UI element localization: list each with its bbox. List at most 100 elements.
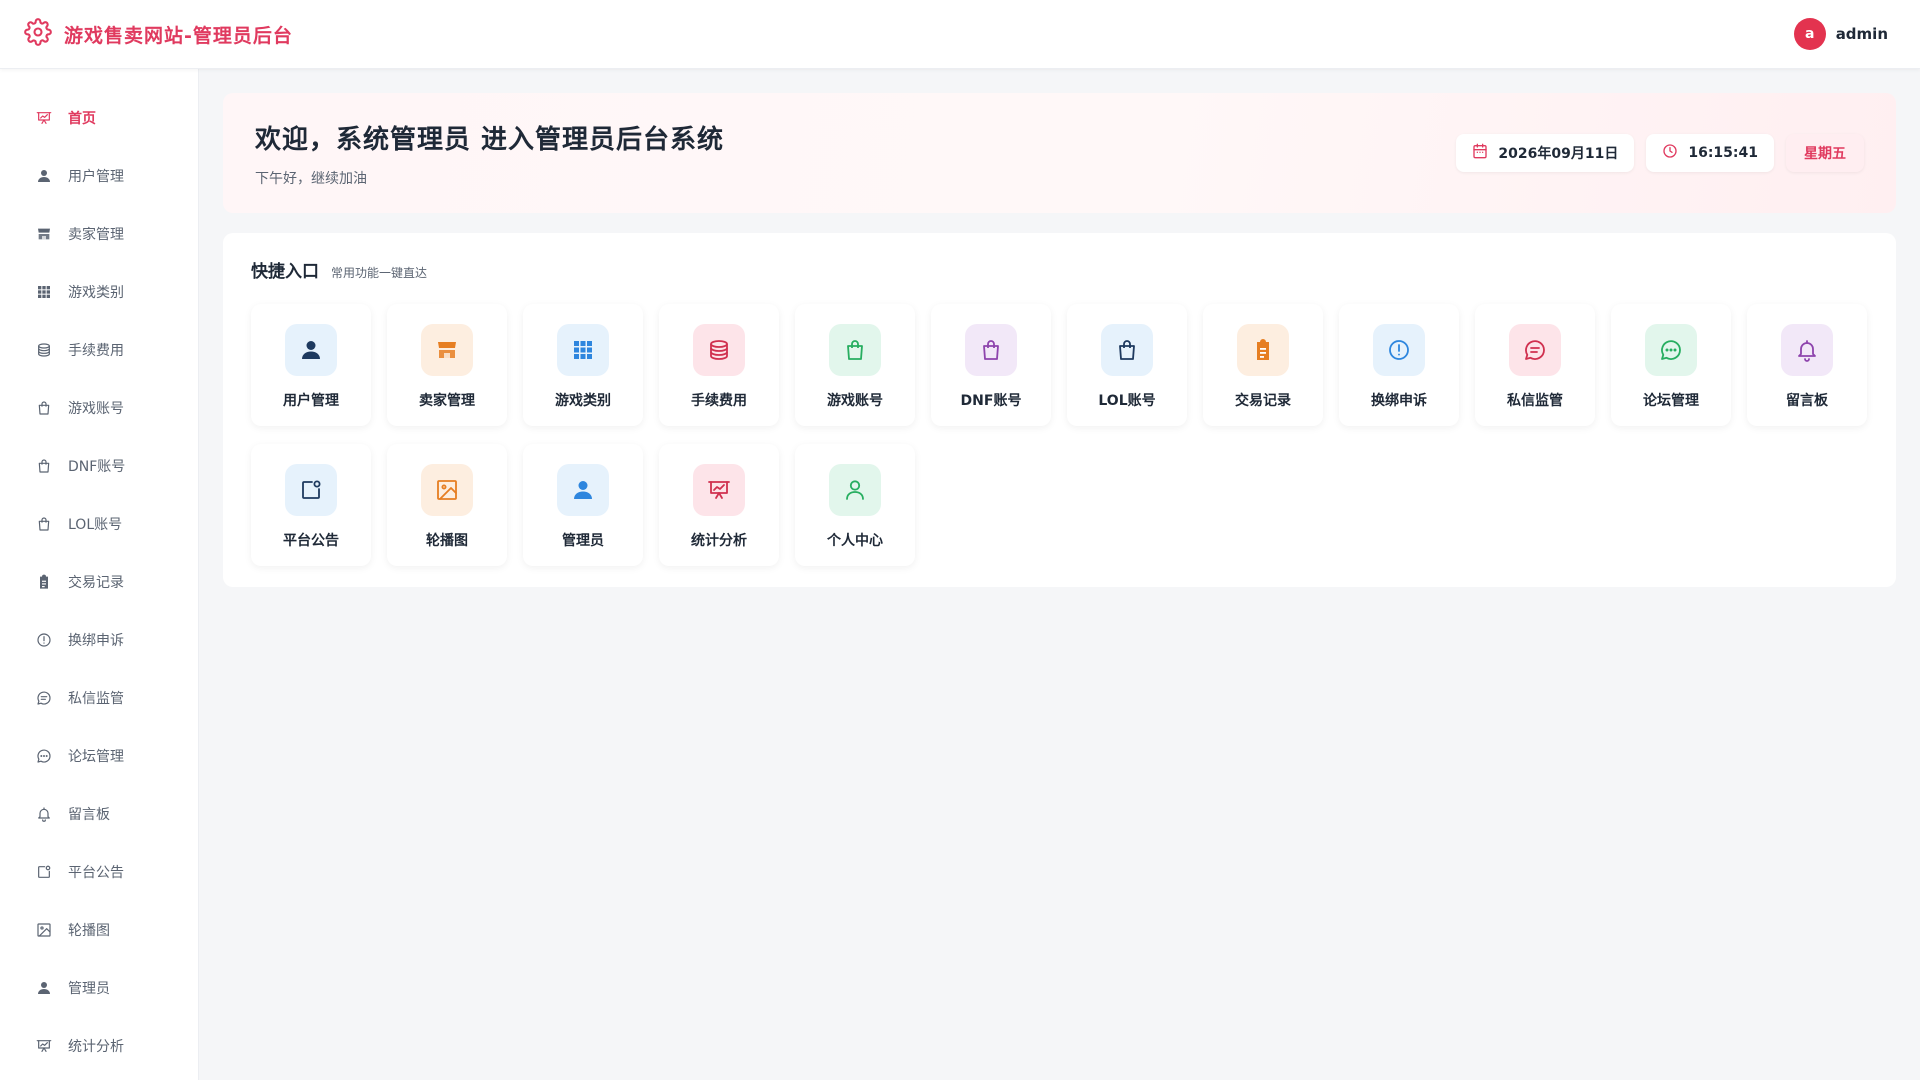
- chat-dots-icon: [36, 748, 52, 764]
- quick-access-label: 统计分析: [691, 533, 747, 549]
- alert-circle-icon: [1373, 324, 1425, 376]
- sidebar-item[interactable]: 交易记录: [0, 553, 198, 611]
- quick-access-card[interactable]: 管理员: [523, 444, 643, 566]
- user-menu[interactable]: a admin: [1793, 18, 1888, 50]
- image-icon: [36, 922, 52, 938]
- quick-access-card[interactable]: LOL账号: [1067, 304, 1187, 426]
- quick-access-label: 平台公告: [283, 533, 339, 549]
- weekday-chip: 星期五: [1786, 134, 1864, 172]
- coins-icon: [693, 324, 745, 376]
- quick-access-grid: 用户管理 卖家管理 游戏类别 手续费用 游戏账号 DNF账号 LOL账号 交易记录 换绑申诉 私信…: [251, 304, 1868, 566]
- sidebar-item-label: 平台公告: [68, 865, 124, 881]
- sidebar-item[interactable]: 首页: [0, 89, 198, 147]
- quick-access-card[interactable]: 个人中心: [795, 444, 915, 566]
- sidebar-item[interactable]: 管理员: [0, 959, 198, 1017]
- quick-access-card[interactable]: 统计分析: [659, 444, 779, 566]
- clipboard-icon: [36, 574, 52, 590]
- quick-access-card[interactable]: 卖家管理: [387, 304, 507, 426]
- bag-icon: [36, 516, 52, 532]
- quick-access-subtitle: 常用功能一键直达: [331, 266, 428, 280]
- quick-access-card[interactable]: 用户管理: [251, 304, 371, 426]
- sidebar-item-label: 交易记录: [68, 575, 124, 591]
- sidebar-item[interactable]: 统计分析: [0, 1017, 198, 1075]
- username[interactable]: admin: [1836, 25, 1888, 43]
- app-title: 游戏售卖网站-管理员后台: [64, 24, 293, 47]
- quick-access-label: 换绑申诉: [1371, 393, 1427, 409]
- bag-icon: [829, 324, 881, 376]
- sidebar-item[interactable]: 轮播图: [0, 901, 198, 959]
- quick-access-label: DNF账号: [960, 393, 1022, 409]
- sidebar-item-label: 论坛管理: [68, 749, 124, 765]
- bell-icon: [36, 806, 52, 822]
- sidebar-item-label: LOL账号: [68, 517, 123, 533]
- date-text: 2026年09月11日: [1498, 146, 1619, 162]
- quick-access-label: 轮播图: [426, 533, 468, 549]
- sidebar-item-label: 用户管理: [68, 169, 124, 185]
- sidebar-item[interactable]: 用户管理: [0, 147, 198, 205]
- grid-icon: [557, 324, 609, 376]
- time-text: 16:15:41: [1688, 145, 1758, 161]
- user-icon: [557, 464, 609, 516]
- alert-circle-icon: [36, 632, 52, 648]
- quick-access-card[interactable]: DNF账号: [931, 304, 1051, 426]
- sidebar-item[interactable]: DNF账号: [0, 437, 198, 495]
- sidebar-item-label: 私信监管: [68, 691, 124, 707]
- quick-access-label: 私信监管: [1507, 393, 1563, 409]
- sidebar-item[interactable]: 卖家管理: [0, 205, 198, 263]
- time-chip: 16:15:41: [1646, 134, 1774, 172]
- weekday-text: 星期五: [1804, 146, 1846, 162]
- sidebar-item[interactable]: 论坛管理: [0, 727, 198, 785]
- quick-access-card[interactable]: 游戏账号: [795, 304, 915, 426]
- quick-access-label: 论坛管理: [1643, 393, 1699, 409]
- sidebar-item[interactable]: 游戏账号: [0, 379, 198, 437]
- main-content: 欢迎，系统管理员 进入管理员后台系统 下午好，继续加油 2026年09月11日 …: [223, 93, 1896, 587]
- quick-access-label: 用户管理: [283, 393, 339, 409]
- avatar[interactable]: a: [1793, 18, 1826, 50]
- quick-access-label: 手续费用: [691, 393, 747, 409]
- quick-access-card[interactable]: 轮播图: [387, 444, 507, 566]
- quick-access-label: 留言板: [1786, 393, 1828, 409]
- sidebar: 首页用户管理卖家管理游戏类别手续费用游戏账号 DNF账号 LOL账号交易记录换绑申诉…: [0, 69, 199, 1080]
- quick-access-card[interactable]: 手续费用: [659, 304, 779, 426]
- quick-access-label: 管理员: [562, 533, 604, 549]
- sidebar-item-label: 游戏类别: [68, 285, 124, 301]
- presentation-icon: [36, 110, 52, 126]
- sidebar-item-label: 首页: [68, 111, 96, 127]
- sidebar-item-label: 轮播图: [68, 923, 110, 939]
- sidebar-item-label: 留言板: [68, 807, 110, 823]
- bag-icon: [36, 400, 52, 416]
- quick-access-card[interactable]: 游戏类别: [523, 304, 643, 426]
- sidebar-item-label: 统计分析: [68, 1039, 124, 1055]
- sidebar-item[interactable]: LOL账号: [0, 495, 198, 553]
- presentation-icon: [693, 464, 745, 516]
- sidebar-item[interactable]: 私信监管: [0, 669, 198, 727]
- welcome-banner: 欢迎，系统管理员 进入管理员后台系统 下午好，继续加油 2026年09月11日 …: [223, 93, 1896, 213]
- user-icon: [285, 324, 337, 376]
- quick-access-card[interactable]: 平台公告: [251, 444, 371, 566]
- welcome-subtitle: 下午好，继续加油: [255, 170, 367, 187]
- clipboard-icon: [1237, 324, 1289, 376]
- user-icon: [36, 980, 52, 996]
- quick-access-card[interactable]: 换绑申诉: [1339, 304, 1459, 426]
- quick-access-title: 快捷入口: [251, 262, 319, 282]
- sidebar-item[interactable]: 留言板: [0, 785, 198, 843]
- brand[interactable]: 游戏售卖网站-管理员后台: [24, 18, 293, 50]
- sidebar-item[interactable]: 游戏类别: [0, 263, 198, 321]
- quick-access-card[interactable]: 交易记录: [1203, 304, 1323, 426]
- sidebar-item[interactable]: 平台公告: [0, 843, 198, 901]
- presentation-icon: [36, 1038, 52, 1054]
- quick-access-label: 交易记录: [1235, 393, 1291, 409]
- quick-access-label: 游戏账号: [827, 393, 883, 409]
- quick-access-card[interactable]: 留言板: [1747, 304, 1867, 426]
- sidebar-item[interactable]: 换绑申诉: [0, 611, 198, 669]
- bag-icon: [965, 324, 1017, 376]
- sidebar-item-label: 换绑申诉: [68, 633, 124, 649]
- quick-access-card[interactable]: 私信监管: [1475, 304, 1595, 426]
- sidebar-item-label: 手续费用: [68, 343, 124, 359]
- message-icon: [36, 690, 52, 706]
- bell-icon: [1781, 324, 1833, 376]
- gear-icon: [24, 18, 52, 50]
- sidebar-item[interactable]: 手续费用: [0, 321, 198, 379]
- quick-access-card[interactable]: 论坛管理: [1611, 304, 1731, 426]
- chat-dots-icon: [1645, 324, 1697, 376]
